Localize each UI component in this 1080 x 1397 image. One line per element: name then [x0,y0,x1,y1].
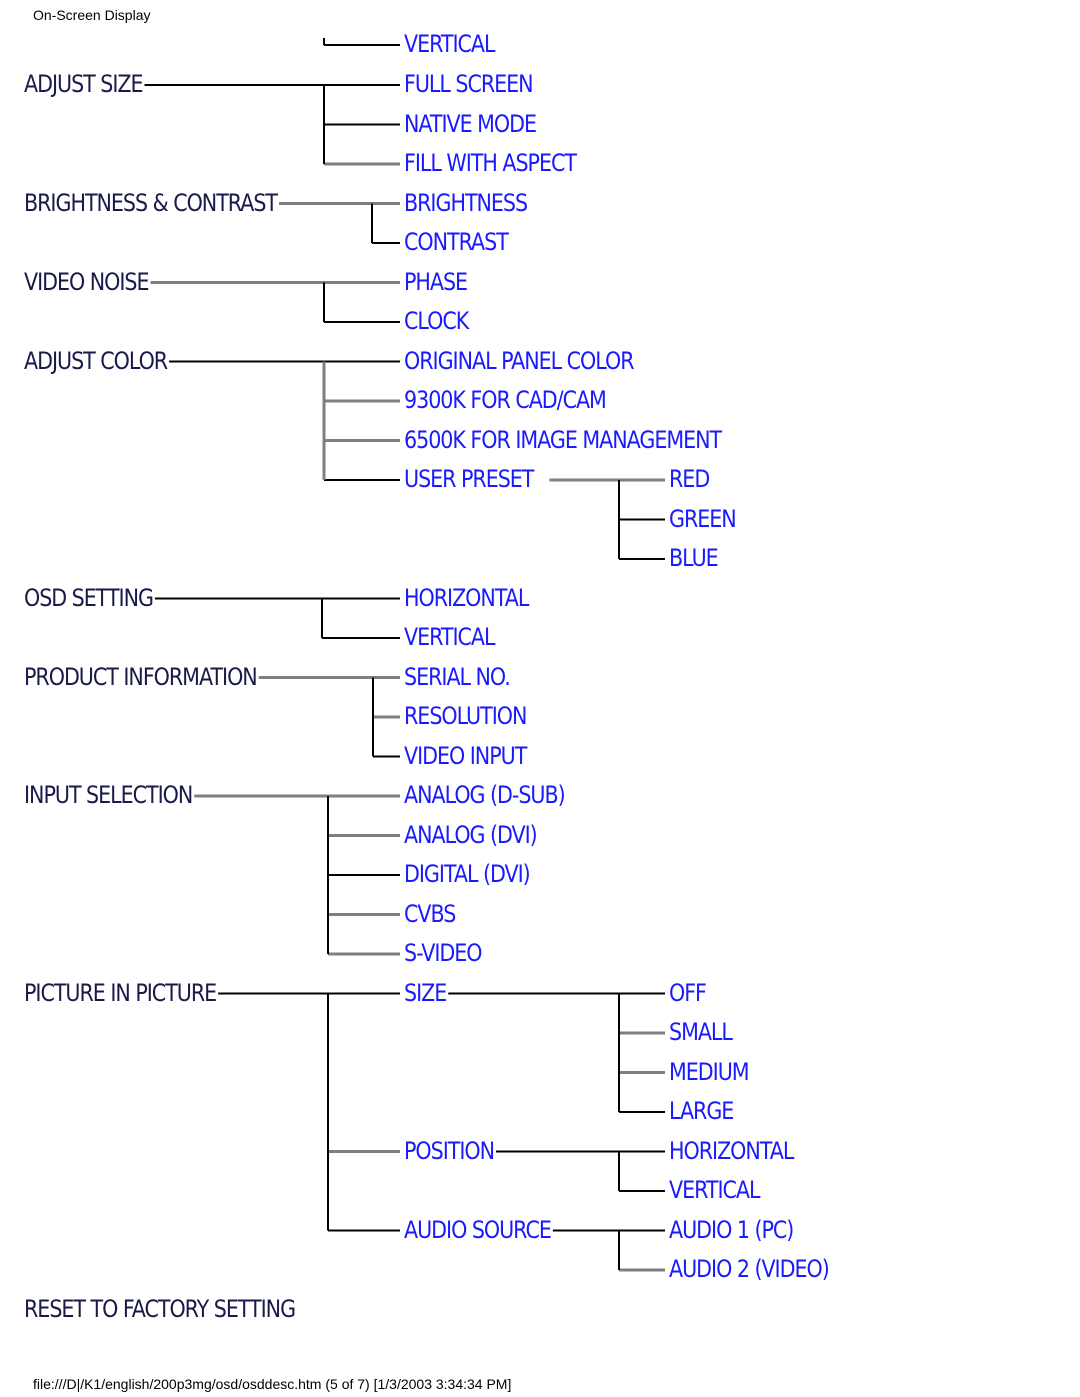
submenu-analog-dvi: ANALOG (DVI) [404,820,538,849]
submenu-original-panel-color: ORIGINAL PANEL COLOR [404,346,635,375]
menu-adjust-color: ADJUST COLOR [24,346,168,375]
submenu-horizontal: HORIZONTAL [404,583,529,612]
submenu-phase: PHASE [404,267,468,296]
submenu-user-preset: USER PRESET [404,465,534,493]
menu-input-selection: INPUT SELECTION [24,781,193,809]
option-horizontal: HORIZONTAL [669,1136,794,1165]
submenu-analog-d-sub: ANALOG (D-SUB) [404,781,566,809]
submenu-6500k-for-image-management: 6500K FOR IMAGE MANAGEMENT [404,425,722,454]
option-audio-2-video: AUDIO 2 (VIDEO) [669,1255,830,1283]
page-footer: file:///D|/K1/english/200p3mg/osd/osddes… [33,1376,512,1392]
menu-adjust-size: ADJUST SIZE [24,70,144,98]
option-blue: BLUE [669,544,719,572]
menu-video-noise: VIDEO NOISE [24,267,150,296]
submenu-cvbs: CVBS [404,899,456,928]
option-small: SMALL [669,1018,733,1046]
submenu-contrast: CONTRAST [404,228,509,256]
option-off: OFF [669,978,707,1007]
menu-picture-in-picture: PICTURE IN PICTURE [24,978,217,1007]
submenu-video-input: VIDEO INPUT [404,741,527,770]
submenu-size: SIZE [404,978,447,1007]
submenu-fill-with-aspect: FILL WITH ASPECT [404,149,577,177]
submenu-s-video: S-VIDEO [404,939,483,967]
submenu-clock: CLOCK [404,307,469,335]
menu-product-information: PRODUCT INFORMATION [24,662,258,691]
submenu-audio-source: AUDIO SOURCE [404,1215,552,1244]
submenu-9300k-for-cad-cam: 9300K FOR CAD/CAM [404,386,607,414]
option-green: GREEN [669,504,737,533]
option-vertical: VERTICAL [669,1176,761,1204]
submenu-full-screen: FULL SCREEN [404,70,534,98]
menu-item-vertical-partial: VERTICAL [404,30,496,58]
menu-reset-to-factory-setting: RESET TO FACTORY SETTING [24,1294,296,1323]
submenu-serial-no: SERIAL NO. [404,662,511,691]
option-red: RED [669,465,710,493]
submenu-position: POSITION [404,1136,495,1165]
submenu-native-mode: NATIVE MODE [404,109,537,138]
submenu-vertical: VERTICAL [404,623,496,651]
menu-brightness-contrast: BRIGHTNESS & CONTRAST [24,188,278,217]
submenu-resolution: RESOLUTION [404,702,527,730]
submenu-brightness: BRIGHTNESS [404,188,528,217]
option-medium: MEDIUM [669,1057,750,1086]
submenu-digital-dvi: DIGITAL (DVI) [404,860,531,888]
option-audio-1-pc: AUDIO 1 (PC) [669,1215,794,1244]
option-large: LARGE [669,1097,734,1125]
menu-osd-setting: OSD SETTING [24,583,154,612]
